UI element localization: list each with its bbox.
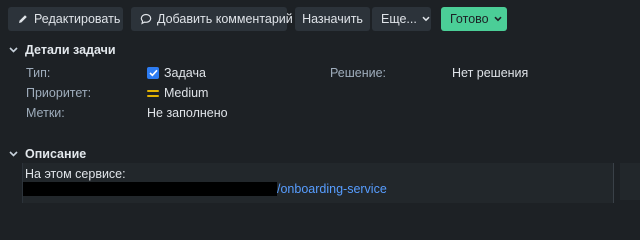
priority-value: Medium [147, 86, 208, 100]
type-value: Задача [147, 66, 206, 80]
type-label: Тип: [26, 66, 51, 80]
priority-medium-icon [147, 88, 159, 98]
issue-toolbar: Редактировать Добавить комментарий Назна… [8, 7, 507, 31]
labels-row: Метки: [26, 106, 65, 120]
resolution-row: Решение: [330, 66, 386, 80]
description-heading: Описание [25, 147, 87, 161]
add-comment-label: Добавить комментарий [157, 12, 293, 26]
edit-button[interactable]: Редактировать [8, 7, 123, 31]
pencil-icon [17, 13, 29, 25]
description-text: На этом сервисе: [25, 167, 126, 181]
priority-row: Приоритет: [26, 86, 91, 100]
scroll-strip [620, 163, 640, 200]
chevron-down-icon [8, 45, 18, 55]
assign-button-label: Назначить [302, 12, 363, 26]
more-button[interactable]: Еще... [372, 7, 431, 31]
description-body[interactable]: На этом сервисе: /onboarding-service [22, 163, 614, 203]
description-section-toggle[interactable]: Описание [8, 147, 86, 161]
edit-button-label: Редактировать [34, 12, 121, 26]
details-section-toggle[interactable]: Детали задачи [8, 43, 116, 57]
task-type-icon [147, 67, 159, 79]
assign-button[interactable]: Назначить [295, 7, 370, 31]
priority-value-text: Medium [164, 86, 209, 100]
labels-value[interactable]: Не заполнено [147, 106, 228, 120]
resolution-value: Нет решения [452, 66, 529, 80]
comment-icon [140, 13, 152, 25]
status-button-label: Готово [450, 12, 489, 26]
redacted-block [23, 182, 277, 196]
priority-label: Приоритет: [26, 86, 92, 100]
status-button[interactable]: Готово [441, 7, 507, 31]
chevron-down-icon [494, 16, 502, 22]
more-button-label: Еще... [381, 12, 417, 26]
type-value-text: Задача [164, 66, 206, 80]
description-link[interactable]: /onboarding-service [277, 182, 387, 196]
chevron-down-icon [8, 149, 18, 159]
resolution-label: Решение: [330, 66, 387, 80]
add-comment-button[interactable]: Добавить комментарий [131, 7, 293, 31]
details-heading: Детали задачи [25, 43, 116, 57]
assign-more-group: Назначить Еще... [295, 7, 431, 31]
labels-label: Метки: [26, 106, 65, 120]
type-row: Тип: [26, 66, 50, 80]
chevron-down-icon [422, 16, 430, 22]
